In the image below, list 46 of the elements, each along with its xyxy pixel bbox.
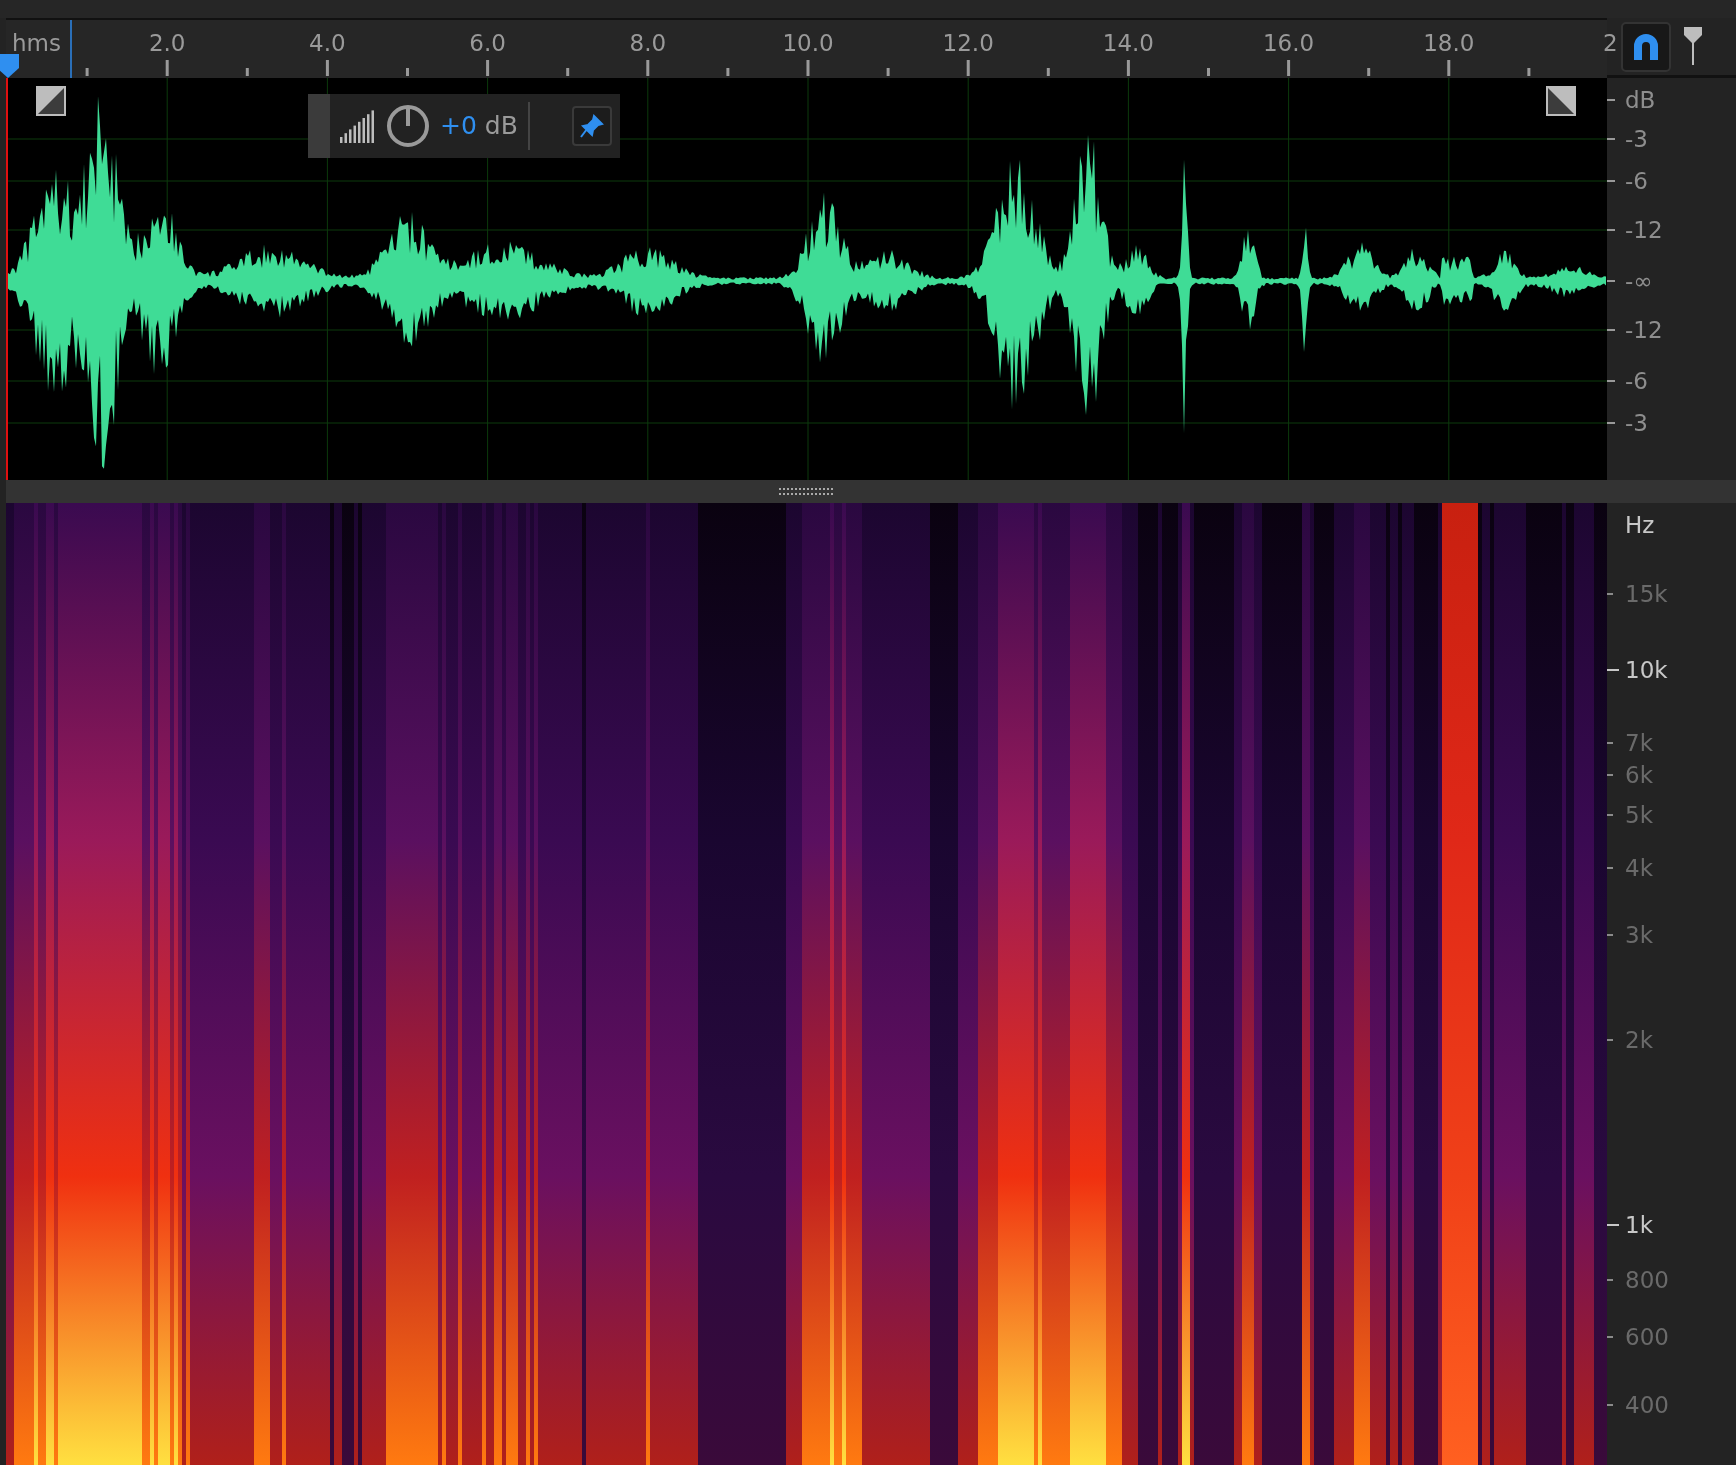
frequency-label: 7k: [1625, 731, 1653, 755]
time-label: 10.0: [782, 29, 834, 58]
playhead-handle-icon[interactable]: [0, 54, 19, 78]
time-label: 2.0: [148, 29, 186, 58]
frequency-label: 5k: [1625, 803, 1653, 827]
amplitude-label: -6: [1625, 169, 1648, 193]
pin-button[interactable]: [572, 106, 612, 146]
time-label: 12.0: [942, 29, 994, 58]
time-label: 16.0: [1263, 29, 1315, 58]
time-label: 14.0: [1102, 29, 1154, 58]
time-label: 8.0: [629, 29, 667, 58]
frequency-label: 800: [1625, 1268, 1669, 1292]
drag-handle-icon[interactable]: [778, 487, 835, 496]
pin-icon: [580, 114, 604, 138]
fade-out-handle-icon[interactable]: [1546, 86, 1576, 116]
amplitude-label: -6: [1625, 369, 1648, 393]
time-label: 18.0: [1423, 29, 1475, 58]
frequency-label: 600: [1625, 1325, 1669, 1349]
frequency-label: 4k: [1625, 856, 1653, 880]
magnet-icon: [1631, 31, 1661, 62]
amplitude-label: -∞: [1625, 269, 1653, 293]
frequency-label: 10k: [1625, 658, 1668, 682]
level-bars-icon: [340, 109, 376, 143]
cursor-line: [70, 20, 72, 78]
snap-button[interactable]: [1621, 21, 1671, 72]
time-unit-label: hms: [12, 29, 61, 58]
gain-value[interactable]: +0 dB: [440, 107, 518, 145]
hud-grip[interactable]: [308, 94, 330, 158]
frequency-label: 3k: [1625, 923, 1653, 947]
frequency-label: 6k: [1625, 763, 1653, 787]
time-label: 2: [1603, 29, 1618, 58]
amplitude-label: -3: [1625, 127, 1648, 151]
frequency-label: 2k: [1625, 1028, 1653, 1052]
amplitude-label: dB: [1625, 88, 1656, 112]
amplitude-label: -3: [1625, 411, 1648, 435]
time-label: 4.0: [309, 29, 346, 58]
fade-in-handle-icon[interactable]: [36, 86, 66, 116]
frequency-label: 400: [1625, 1393, 1669, 1417]
marker-pin-icon[interactable]: [1683, 26, 1703, 67]
gain-knob-icon[interactable]: [386, 104, 430, 148]
time-label: 6.0: [469, 29, 506, 58]
frequency-label: Hz: [1625, 513, 1655, 537]
frequency-label: 15k: [1625, 582, 1668, 606]
amplitude-label: -12: [1625, 318, 1663, 342]
frequency-label: 1k: [1625, 1213, 1653, 1237]
amplitude-label: -12: [1625, 218, 1663, 242]
